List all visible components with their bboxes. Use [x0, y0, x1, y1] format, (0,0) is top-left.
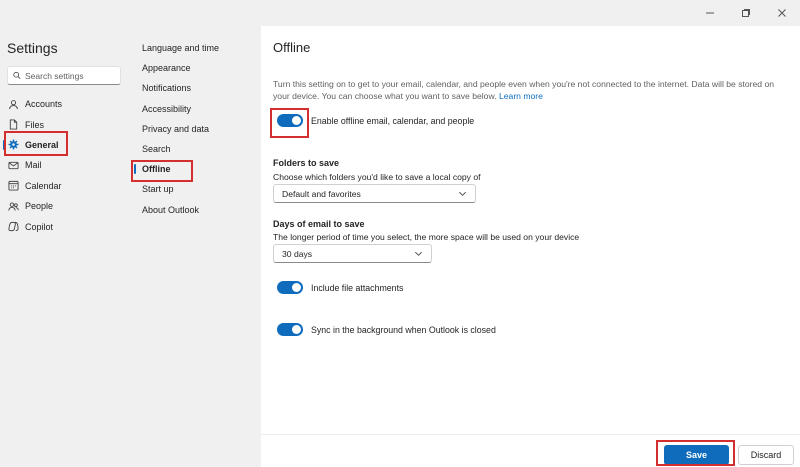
- submenu-offline[interactable]: Offline: [134, 159, 260, 179]
- days-dropdown-value: 30 days: [282, 248, 313, 259]
- folders-subtitle: Choose which folders you'd like to save …: [273, 172, 481, 182]
- chevron-down-icon: [415, 251, 422, 256]
- category-files[interactable]: Files: [0, 114, 130, 134]
- submenu-about-outlook[interactable]: About Outlook: [134, 200, 260, 220]
- settings-title: Settings: [7, 40, 58, 56]
- file-icon: [9, 119, 18, 130]
- search-icon: [13, 71, 21, 79]
- chevron-down-icon: [459, 191, 466, 196]
- folders-title: Folders to save: [273, 158, 340, 168]
- sync-background-label: Sync in the background when Outlook is c…: [311, 324, 496, 335]
- category-label: General: [25, 139, 59, 150]
- offline-description: Turn this setting on to get to your emai…: [273, 78, 778, 102]
- category-people[interactable]: People: [0, 196, 130, 216]
- days-subtitle: The longer period of time you select, th…: [273, 232, 580, 242]
- category-label: Files: [25, 119, 45, 130]
- category-general[interactable]: General: [0, 135, 130, 155]
- mail-icon: [8, 161, 19, 170]
- sync-background-row: Sync in the background when Outlook is c…: [277, 323, 496, 336]
- close-icon[interactable]: [764, 0, 800, 26]
- submenu-privacy-and-data[interactable]: Privacy and data: [134, 119, 260, 139]
- copilot-icon: [8, 221, 19, 232]
- enable-offline-label: Enable offline email, calendar, and peop…: [311, 115, 475, 126]
- settings-sidebar: Settings Accounts Files General Mail Cal…: [0, 0, 130, 467]
- category-calendar[interactable]: Calendar: [0, 176, 130, 196]
- submenu-notifications[interactable]: Notifications: [134, 78, 260, 98]
- learn-more-link[interactable]: Learn more: [499, 91, 543, 101]
- restore-icon[interactable]: [728, 0, 764, 26]
- category-label: Mail: [25, 160, 42, 171]
- category-label: People: [25, 201, 54, 212]
- sync-background-toggle[interactable]: [277, 323, 303, 336]
- category-list: Accounts Files General Mail Calendar Peo…: [0, 94, 130, 237]
- submenu-search[interactable]: Search: [134, 139, 260, 159]
- save-button[interactable]: Save: [664, 445, 729, 465]
- submenu-start-up[interactable]: Start up: [134, 179, 260, 199]
- submenu-appearance[interactable]: Appearance: [134, 58, 260, 78]
- days-dropdown[interactable]: 30 days: [273, 244, 432, 263]
- search-settings-input[interactable]: [25, 70, 120, 81]
- days-title: Days of email to save: [273, 219, 365, 229]
- enable-offline-row: Enable offline email, calendar, and peop…: [277, 114, 474, 127]
- person-icon: [9, 99, 18, 109]
- minimize-icon[interactable]: [692, 0, 728, 26]
- enable-offline-toggle[interactable]: [277, 114, 303, 127]
- general-submenu: Language and time Appearance Notificatio…: [134, 0, 260, 467]
- search-settings-box[interactable]: [7, 66, 121, 85]
- category-label: Accounts: [25, 99, 63, 110]
- people-icon: [8, 202, 19, 211]
- category-copilot[interactable]: Copilot: [0, 216, 130, 236]
- category-accounts[interactable]: Accounts: [0, 94, 130, 114]
- calendar-icon: [8, 181, 19, 191]
- settings-footer: Save Discard: [261, 434, 800, 467]
- category-label: Calendar: [25, 180, 62, 191]
- window-controls: [692, 0, 800, 26]
- category-mail[interactable]: Mail: [0, 155, 130, 175]
- attachments-label: Include file attachments: [311, 282, 404, 293]
- gear-icon: [8, 140, 19, 150]
- submenu-accessibility[interactable]: Accessibility: [134, 99, 260, 119]
- category-label: Copilot: [25, 221, 54, 232]
- submenu-language-and-time[interactable]: Language and time: [134, 38, 260, 58]
- submenu-list: Language and time Appearance Notificatio…: [134, 38, 260, 220]
- discard-button[interactable]: Discard: [738, 445, 794, 465]
- attachments-toggle[interactable]: [277, 281, 303, 294]
- folders-dropdown[interactable]: Default and favorites: [273, 184, 476, 203]
- offline-settings-panel: Offline Turn this setting on to get to y…: [261, 26, 800, 434]
- attachments-row: Include file attachments: [277, 281, 403, 294]
- page-title: Offline: [273, 40, 311, 55]
- folders-dropdown-value: Default and favorites: [282, 188, 361, 199]
